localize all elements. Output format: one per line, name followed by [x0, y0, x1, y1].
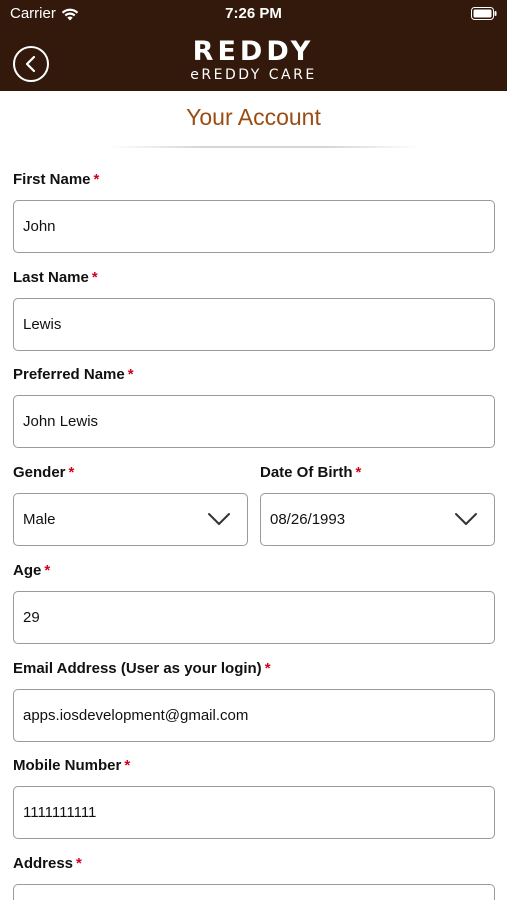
- mobile-number-label-text: Mobile Number: [13, 757, 122, 774]
- mobile-number-field[interactable]: 1111111111: [13, 786, 495, 839]
- required-mark: *: [127, 366, 134, 383]
- age-value: 29: [23, 609, 40, 626]
- required-mark: *: [264, 660, 271, 677]
- gender-label: Gender *: [13, 464, 74, 481]
- gender-select[interactable]: Male: [13, 493, 248, 546]
- title-divider: [110, 146, 420, 148]
- app-header: Carrier 7:26 PM REDDY eREDDY CARE: [0, 0, 507, 91]
- required-mark: *: [91, 269, 98, 286]
- required-mark: *: [93, 171, 100, 188]
- chevron-down-icon: [455, 513, 477, 525]
- preferred-name-value: John Lewis: [23, 413, 99, 430]
- address-field[interactable]: [13, 884, 495, 900]
- required-mark: *: [355, 464, 362, 481]
- battery-icon: [471, 7, 497, 20]
- gender-value: Male: [23, 511, 56, 528]
- logo-title: REDDY: [192, 36, 315, 67]
- last-name-value: Lewis: [23, 316, 62, 333]
- status-bar: Carrier 7:26 PM: [0, 0, 507, 28]
- age-label-text: Age: [13, 562, 42, 579]
- chevron-down-icon: [208, 513, 230, 525]
- preferred-name-label-text: Preferred Name: [13, 366, 125, 383]
- brand-logo: REDDY eREDDY CARE: [0, 38, 507, 84]
- required-mark: *: [68, 464, 75, 481]
- last-name-label-text: Last Name: [13, 269, 89, 286]
- address-label: Address *: [13, 855, 82, 872]
- first-name-label-text: First Name: [13, 171, 91, 188]
- address-label-text: Address: [13, 855, 74, 872]
- date-of-birth-select[interactable]: 08/26/1993: [260, 493, 495, 546]
- date-of-birth-label-text: Date Of Birth: [260, 464, 353, 481]
- date-of-birth-label: Date Of Birth *: [260, 464, 361, 481]
- last-name-field[interactable]: Lewis: [13, 298, 495, 351]
- required-mark: *: [76, 855, 82, 872]
- required-mark: *: [44, 562, 51, 579]
- logo-subtitle: eREDDY CARE: [190, 67, 317, 83]
- page-title: Your Account: [186, 104, 321, 130]
- date-of-birth-value: 08/26/1993: [270, 511, 346, 528]
- email-value: apps.iosdevelopment@gmail.com: [23, 707, 249, 724]
- email-field[interactable]: apps.iosdevelopment@gmail.com: [13, 689, 495, 742]
- preferred-name-field[interactable]: John Lewis: [13, 395, 495, 448]
- mobile-number-value: 1111111111: [23, 804, 97, 821]
- first-name-value: John: [23, 218, 56, 235]
- mobile-number-label: Mobile Number *: [13, 757, 130, 774]
- preferred-name-label: Preferred Name *: [13, 366, 134, 383]
- age-label: Age *: [13, 562, 50, 579]
- age-field[interactable]: 29: [13, 591, 495, 644]
- gender-label-text: Gender: [13, 464, 66, 481]
- first-name-label: First Name *: [13, 171, 99, 188]
- email-label: Email Address (User as your login) *: [13, 660, 271, 677]
- status-time: 7:26 PM: [225, 5, 282, 22]
- email-label-text: Email Address (User as your login): [13, 660, 262, 677]
- last-name-label: Last Name *: [13, 269, 98, 286]
- first-name-field[interactable]: John: [13, 200, 495, 253]
- required-mark: *: [124, 757, 131, 774]
